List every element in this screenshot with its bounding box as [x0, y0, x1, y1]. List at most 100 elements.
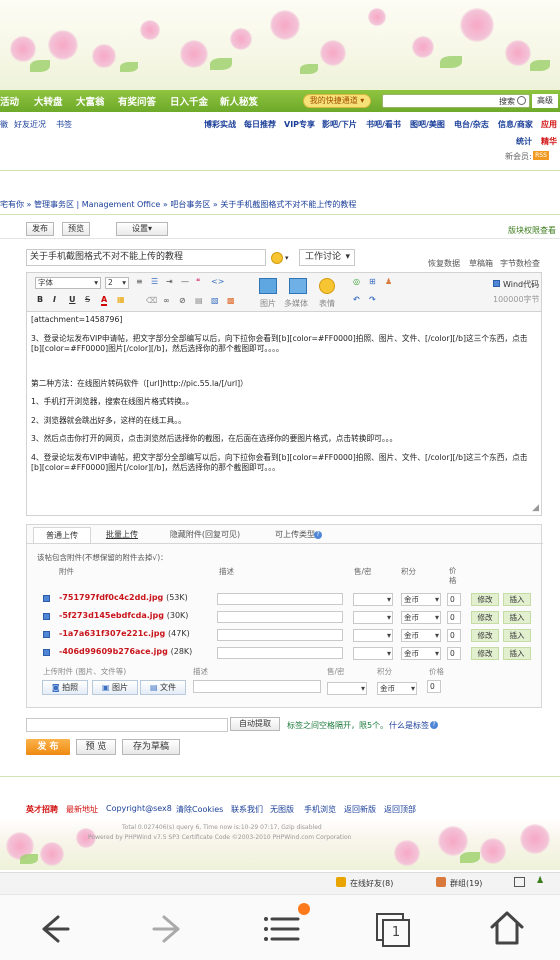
attachment-filename[interactable]: -1a7a631f307e221c.jpg (47K)	[59, 629, 190, 638]
menu-icon[interactable]	[262, 911, 302, 947]
home-icon[interactable]	[488, 909, 526, 947]
sale-select[interactable]	[353, 629, 393, 642]
file-upload-button[interactable]: ▤ 文件	[140, 680, 186, 695]
chevron-down-icon[interactable]: ▾	[285, 254, 289, 262]
redo-icon[interactable]: ↷	[369, 295, 376, 304]
subnav-link[interactable]: 图吧/美图	[410, 119, 445, 130]
font-color-icon[interactable]: A	[101, 295, 108, 306]
nav-item[interactable]: 大转盘	[34, 94, 63, 108]
preview-button[interactable]: 预览	[62, 222, 90, 236]
currency-select[interactable]: 金币	[401, 593, 441, 606]
subnav-link[interactable]: 应用	[541, 119, 557, 130]
currency-select[interactable]: 金币	[401, 611, 441, 624]
attachment-checkbox[interactable]	[43, 631, 50, 638]
subnav-link[interactable]: 电台/杂志	[454, 119, 489, 130]
subnav-link[interactable]: VIP专享	[284, 119, 315, 130]
help-icon[interactable]: ?	[430, 721, 438, 729]
footer-link[interactable]: 手机浏览	[304, 804, 336, 815]
window-icon[interactable]	[514, 877, 525, 887]
price-input[interactable]: 0	[447, 629, 461, 642]
subnav-link[interactable]: 信息/商家	[498, 119, 533, 130]
auto-extract-button[interactable]: 自动提取	[230, 717, 280, 731]
footer-link[interactable]: 联系我们	[231, 804, 263, 815]
edit-button[interactable]: 修改	[471, 611, 499, 624]
post-button[interactable]: 发布	[26, 222, 54, 236]
category-select[interactable]: 工作讨论 ▾	[299, 249, 355, 266]
indent-icon[interactable]: ⇥	[166, 277, 173, 286]
upload-description-input[interactable]	[193, 680, 321, 693]
edit-button[interactable]: 修改	[471, 629, 499, 642]
tabs-icon[interactable]: 1	[376, 913, 410, 947]
tags-input[interactable]	[26, 718, 228, 732]
image-icon[interactable]	[259, 278, 277, 294]
search-input[interactable]: 搜索	[382, 94, 530, 108]
subnav-link[interactable]: 徽	[0, 119, 8, 130]
footer-link[interactable]: 返回新版	[344, 804, 376, 815]
smiley-icon[interactable]	[271, 252, 283, 264]
emoji-icon[interactable]	[319, 278, 335, 294]
unlink-icon[interactable]: ⊘	[179, 296, 186, 305]
upload-price-input[interactable]: 0	[427, 680, 441, 693]
highlight-icon[interactable]: ▦	[117, 295, 125, 304]
price-input[interactable]: 0	[447, 611, 461, 624]
footer-link[interactable]: Copyright@sex8	[106, 804, 172, 813]
attachment-filename[interactable]: -751797fdf0c4c2dd.jpg (53K)	[59, 593, 188, 602]
font-size-select[interactable]: 2 ▾	[105, 277, 129, 289]
nav-item[interactable]: 日入千金	[170, 94, 208, 108]
footer-link[interactable]: 清除Cookies	[176, 804, 223, 815]
search-icon[interactable]	[517, 96, 526, 105]
code-icon[interactable]: <>	[211, 277, 224, 286]
list-icon[interactable]: ☰	[151, 277, 158, 286]
description-input[interactable]	[217, 647, 343, 659]
italic-icon[interactable]: I	[53, 295, 56, 304]
groups-link[interactable]: 群组(19)	[450, 878, 482, 889]
description-input[interactable]	[217, 629, 343, 641]
quick-channel-dropdown[interactable]: 我的快捷通道 ▾	[303, 94, 371, 108]
strikethrough-icon[interactable]: S	[85, 295, 90, 304]
tab-hidden-attachment[interactable]: 隐藏附件(回复可见)	[165, 527, 245, 543]
hr-icon[interactable]: —	[181, 277, 189, 286]
spellcheck-icon[interactable]: ⊞	[369, 277, 376, 286]
subnav-link[interactable]: 好友近况	[14, 119, 46, 130]
nav-item[interactable]: 新人秘笈	[220, 94, 258, 108]
edit-button[interactable]: 修改	[471, 593, 499, 606]
subnav-link[interactable]: 每日推荐	[244, 119, 276, 130]
check-icon[interactable]: ◎	[353, 277, 360, 286]
nav-item[interactable]: 活动	[0, 94, 19, 108]
attachment-filename[interactable]: -5f273d145ebdfcda.jpg (30K)	[59, 611, 188, 620]
font-select[interactable]: 字体 ▾	[35, 277, 101, 289]
table-icon[interactable]: ▤	[195, 296, 203, 305]
drafts-link[interactable]: 草稿箱	[469, 258, 493, 269]
nav-item[interactable]: 大富翁	[76, 94, 105, 108]
price-input[interactable]: 0	[447, 593, 461, 606]
attachment-checkbox[interactable]	[43, 595, 50, 602]
undo-icon[interactable]: ↶	[353, 295, 360, 304]
align-left-icon[interactable]: ≡	[136, 277, 143, 286]
resize-handle[interactable]: ◢	[532, 503, 539, 513]
description-input[interactable]	[217, 611, 343, 623]
user-icon[interactable]: ♟	[536, 876, 544, 886]
settings-button[interactable]: 设置▾	[116, 222, 168, 236]
sale-select[interactable]	[353, 593, 393, 606]
permissions-link[interactable]: 版块权限查看	[508, 225, 556, 236]
edit-button[interactable]: 修改	[471, 647, 499, 660]
sale-select[interactable]	[353, 611, 393, 624]
currency-select[interactable]: 金币	[401, 647, 441, 660]
stats-link[interactable]: 统计	[516, 136, 532, 147]
subnav-link[interactable]: 书吧/看书	[366, 119, 401, 130]
underline-icon[interactable]: U	[69, 295, 76, 304]
restore-data-link[interactable]: 恢复数据	[428, 258, 460, 269]
nav-item[interactable]: 有奖问答	[118, 94, 156, 108]
currency-select[interactable]: 金币	[401, 629, 441, 642]
back-icon[interactable]	[36, 911, 72, 947]
tab-normal-upload[interactable]: 普通上传	[33, 527, 91, 543]
image-upload-button[interactable]: ▣ 图片	[92, 680, 138, 695]
footer-link[interactable]: 最新地址	[66, 804, 98, 815]
bold-icon[interactable]: B	[37, 295, 43, 304]
attachment-checkbox[interactable]	[43, 649, 50, 656]
post-content-textarea[interactable]: [attachment=1458796] 3、登录论坛发布VIP申请帖，把文字部…	[26, 311, 542, 516]
delete-icon[interactable]: ▩	[227, 296, 235, 305]
footer-link[interactable]: 返回顶部	[384, 804, 416, 815]
footer-link[interactable]: 英才招聘	[26, 804, 58, 815]
link-icon[interactable]: ∞	[163, 296, 170, 305]
